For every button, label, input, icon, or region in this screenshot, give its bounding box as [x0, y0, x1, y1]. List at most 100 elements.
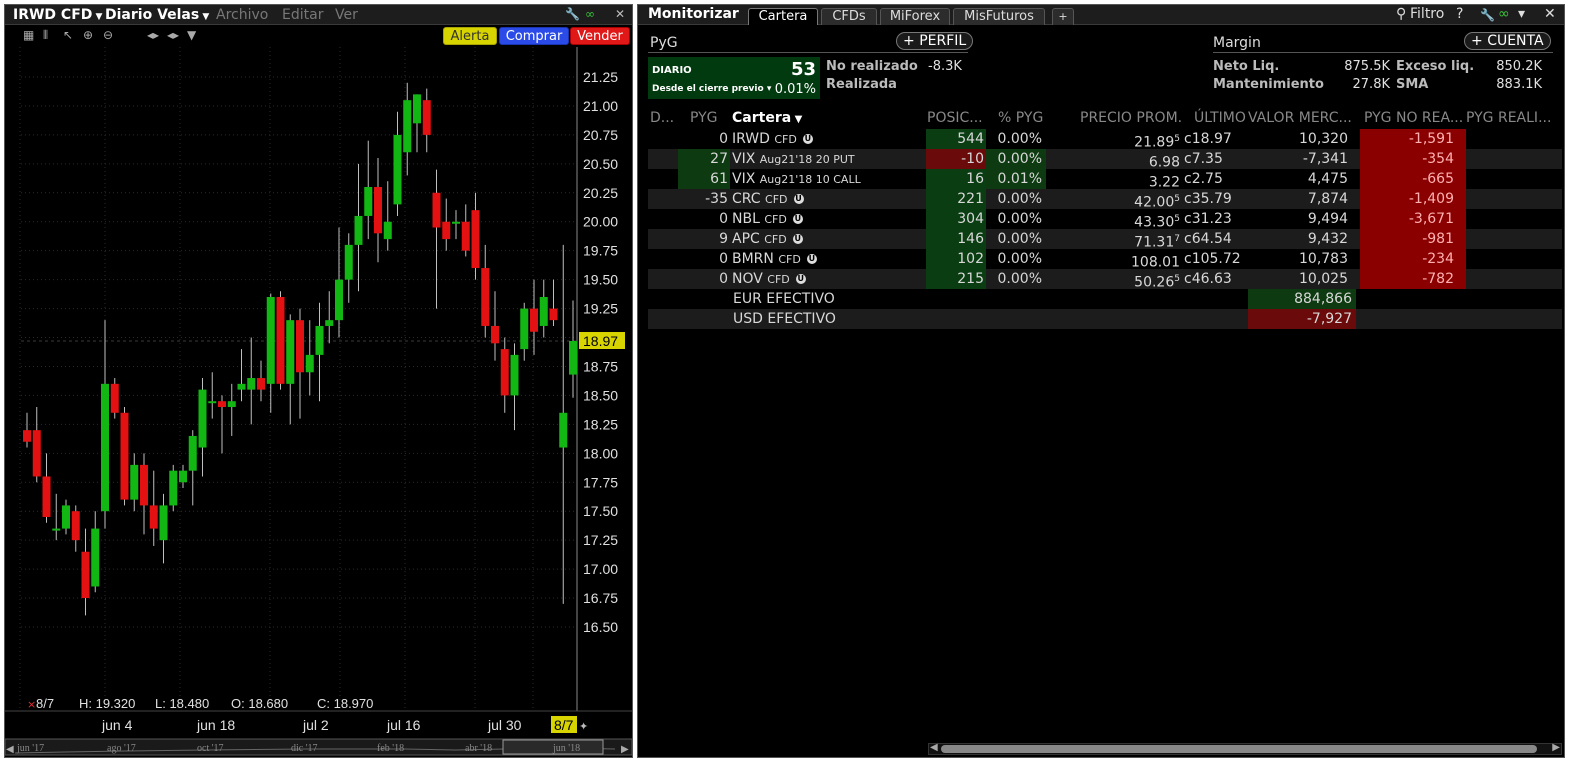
- info-icon[interactable]: U: [793, 194, 804, 204]
- add-tab-button[interactable]: +: [1052, 8, 1074, 25]
- tab-cfds[interactable]: CFDs: [821, 8, 877, 25]
- candle-up[interactable]: [179, 470, 187, 483]
- row-instrument[interactable]: VIX Aug21'18 10 CALL: [732, 169, 926, 189]
- table-row[interactable]: 0 NBL CFD U 304 0.00% 43.305 c31.23 9,494 -3,671: [648, 209, 1562, 231]
- buy-button[interactable]: Comprar: [499, 27, 569, 45]
- candle-down[interactable]: [491, 325, 499, 344]
- candle-down[interactable]: [276, 297, 285, 384]
- candle-up[interactable]: [520, 308, 529, 350]
- table-row[interactable]: 9 APC CFD U 146 0.00% 71.317 c64.54 9,432 -981: [648, 229, 1562, 251]
- candle-up[interactable]: [364, 187, 373, 216]
- info-icon[interactable]: U: [802, 134, 813, 144]
- bar-type-icon[interactable]: ▦: [23, 29, 34, 41]
- cursor-icon[interactable]: ↖: [63, 29, 73, 41]
- candle-up[interactable]: [237, 383, 246, 390]
- link-icon[interactable]: ∞: [1498, 6, 1510, 22]
- candle-up[interactable]: [130, 464, 139, 500]
- candle-down[interactable]: [140, 464, 148, 506]
- col-header-market-value[interactable]: VALOR MERC...: [1248, 109, 1352, 127]
- close-icon[interactable]: ✕: [1544, 6, 1556, 22]
- menu-editar[interactable]: Editar: [282, 7, 323, 23]
- candle-down[interactable]: [81, 551, 90, 599]
- account-button[interactable]: + CUENTA: [1464, 32, 1551, 50]
- row-instrument[interactable]: NBL CFD U: [732, 209, 926, 229]
- profile-button[interactable]: + PERFIL: [896, 32, 974, 50]
- help-button[interactable]: ?: [1456, 6, 1463, 22]
- wrench-icon[interactable]: 🔧: [565, 7, 580, 21]
- sell-button[interactable]: Vender: [570, 27, 630, 45]
- candle-down[interactable]: [120, 412, 129, 500]
- candle-down[interactable]: [257, 378, 265, 390]
- candle-down[interactable]: [461, 221, 470, 251]
- info-icon[interactable]: U: [806, 254, 817, 264]
- candle-up[interactable]: [413, 94, 421, 124]
- filter-icon[interactable]: ⚲: [1396, 6, 1406, 22]
- candle-down[interactable]: [481, 268, 490, 326]
- candle-up[interactable]: [247, 378, 256, 390]
- close-ohlc-icon[interactable]: ×: [27, 698, 36, 711]
- timeline-left-arrow-icon[interactable]: ◀: [6, 744, 14, 755]
- row-instrument[interactable]: APC CFD U: [732, 229, 926, 249]
- candle-up[interactable]: [452, 221, 460, 224]
- period-selector[interactable]: Diario Velas ▼: [105, 7, 209, 25]
- candle-down[interactable]: [442, 221, 451, 240]
- col-header-unrealized[interactable]: PYG NO REA...: [1364, 109, 1463, 127]
- col-header-pct-pyg[interactable]: % PYG: [998, 109, 1043, 127]
- horizontal-scrollbar[interactable]: ◀ ▶: [928, 742, 1562, 755]
- candle-down[interactable]: [471, 210, 480, 269]
- candle-down[interactable]: [500, 349, 509, 396]
- col-header-last[interactable]: ÚLTIMO: [1194, 109, 1246, 127]
- tab-misfuturos[interactable]: MisFuturos: [953, 8, 1045, 25]
- scroll-end-icon[interactable]: ✦: [579, 720, 588, 733]
- candle-up[interactable]: [559, 412, 568, 448]
- candle-up[interactable]: [305, 354, 314, 373]
- candle-down[interactable]: [110, 383, 119, 413]
- candlestick-chart[interactable]: 21.25 21.00 20.75 20.50 20.25 20.00 19.75 19.50…: [5, 5, 632, 757]
- col-header-avg-price[interactable]: PRECIO PROM.: [1080, 109, 1182, 127]
- candle-up[interactable]: [188, 435, 197, 471]
- col-header-pyg[interactable]: PYG: [690, 109, 718, 127]
- alert-button[interactable]: Alerta: [443, 27, 497, 45]
- menu-archivo[interactable]: Archivo: [216, 7, 268, 23]
- toolbar-caret-icon[interactable]: ▼: [187, 29, 196, 41]
- table-row[interactable]: 0 NOV CFD U 215 0.00% 50.265 c46.63 10,025 -782: [648, 269, 1562, 291]
- candle-up[interactable]: [403, 100, 412, 153]
- candle-down[interactable]: [530, 308, 538, 332]
- candle-down[interactable]: [549, 308, 558, 321]
- wrench-icon[interactable]: 🔧: [1480, 8, 1495, 22]
- candle-down[interactable]: [23, 430, 31, 442]
- table-row[interactable]: 61 VIX Aug21'18 10 CALL 16 0.01% 3.22 c2.75 4,…: [648, 169, 1562, 191]
- col-header-realized[interactable]: PYG REALI...: [1466, 109, 1551, 127]
- close-icon[interactable]: ✕: [615, 7, 625, 21]
- table-row[interactable]: 27 VIX Aug21'18 20 PUT -10 0.00% 6.98 c7.35 -7…: [648, 149, 1562, 171]
- candle-up[interactable]: [393, 134, 402, 205]
- scrollbar-thumb[interactable]: [941, 745, 1537, 753]
- row-instrument[interactable]: BMRN CFD U: [732, 249, 926, 269]
- candle-up[interactable]: [344, 244, 353, 280]
- tab-miforex[interactable]: MiForex: [880, 8, 950, 25]
- minimize-icon[interactable]: ▾: [1518, 6, 1525, 22]
- candle-down[interactable]: [296, 320, 304, 373]
- table-row[interactable]: 0 IRWD CFD U 544 0.00% 21.895 c18.97 10,320 -1,5…: [648, 129, 1562, 151]
- candle-up[interactable]: [539, 297, 548, 326]
- cash-row[interactable]: USD EFECTIVO -7,927: [648, 309, 1562, 329]
- scroll-left-icon[interactable]: ◂▸: [147, 29, 159, 41]
- table-row[interactable]: -35 CRC CFD U 221 0.00% 42.005 c35.79 7,874 -1,4…: [648, 189, 1562, 211]
- candle-up[interactable]: [325, 320, 334, 326]
- candle-up[interactable]: [510, 354, 519, 396]
- candle-down[interactable]: [42, 476, 51, 517]
- col-header-cartera[interactable]: Cartera ▼: [732, 109, 802, 127]
- row-instrument[interactable]: NOV CFD U: [732, 269, 926, 289]
- row-instrument[interactable]: VIX Aug21'18 20 PUT: [732, 149, 926, 169]
- scroll-left-arrow-icon[interactable]: ◀: [930, 742, 938, 753]
- since-prev-close-selector[interactable]: Desde el cierre previo ▾: [652, 84, 771, 94]
- candle-up[interactable]: [286, 320, 295, 384]
- candle-up[interactable]: [91, 528, 100, 587]
- scroll-right-icon[interactable]: ◂▸: [167, 29, 179, 41]
- cash-row[interactable]: EUR EFECTIVO 884,866: [648, 289, 1562, 309]
- tab-cartera[interactable]: Cartera: [748, 8, 818, 25]
- zoom-in-icon[interactable]: ⊕: [83, 29, 93, 41]
- candle-up[interactable]: [52, 528, 61, 531]
- bars-icon[interactable]: ⫴: [43, 29, 48, 41]
- row-instrument[interactable]: CRC CFD U: [732, 189, 926, 209]
